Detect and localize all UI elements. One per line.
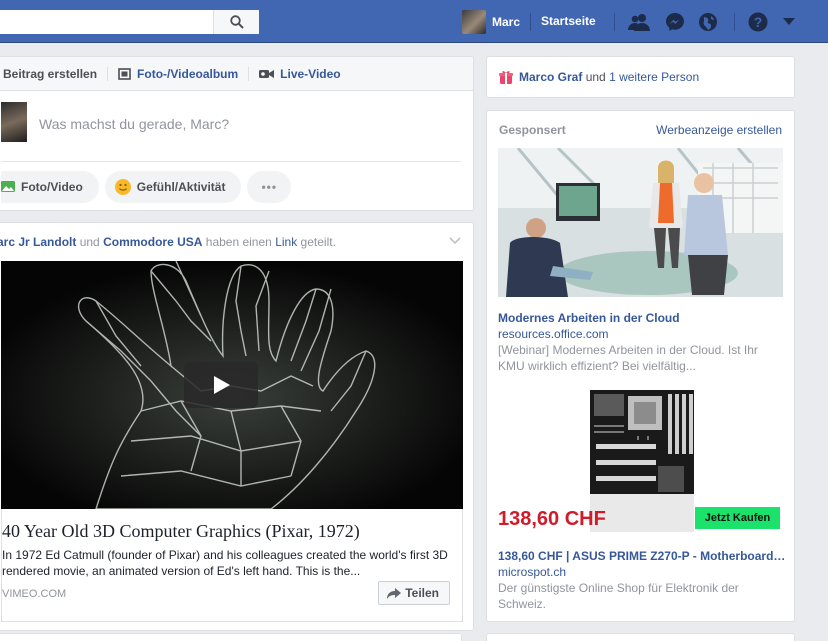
home-link[interactable]: Startseite	[541, 14, 596, 28]
ad-description: [Webinar] Modernes Arbeiten in der Cloud…	[498, 343, 758, 373]
avatar	[462, 10, 486, 34]
top-navigation-bar: Marc Startseite ?	[0, 0, 828, 43]
link-description: In 1972 Ed Catmull (founder of Pixar) an…	[2, 548, 448, 578]
photo-icon	[1, 181, 15, 192]
post-header: arc Jr Landolt und Commodore USA haben e…	[0, 223, 473, 261]
user-name: Marc	[492, 15, 521, 29]
divider	[248, 66, 250, 81]
ad-domain[interactable]: microspot.ch	[498, 565, 566, 579]
next-feed-post	[0, 633, 462, 641]
gift-icon	[499, 71, 513, 84]
profile-link[interactable]: Marc	[462, 10, 520, 34]
ad-title-link[interactable]: 138,60 CHF | ASUS PRIME Z270-P - Motherb…	[498, 549, 785, 563]
birthday-text: und	[585, 70, 606, 84]
feeling-activity-button[interactable]: Gefühl/Aktivität	[104, 170, 242, 203]
button-label: Teilen	[405, 586, 439, 600]
photo-album-icon	[118, 67, 131, 80]
ad-description: Der günstigste Online Shop für Elektroni…	[498, 581, 739, 611]
divider	[614, 13, 615, 31]
ad-domain[interactable]: resources.office.com	[498, 327, 609, 341]
birthday-reminder[interactable]: Marco Graf und 1 weitere Person	[486, 56, 795, 98]
buy-now-button[interactable]: Jetzt Kaufen	[695, 507, 780, 529]
video-camera-icon	[259, 69, 275, 78]
share-arrow-icon	[387, 587, 402, 599]
button-label: Foto/Video	[21, 179, 83, 194]
avatar	[1, 102, 27, 142]
search-icon	[229, 15, 244, 29]
composer-placeholder[interactable]: Was machst du gerade, Marc?	[39, 116, 229, 132]
tab-photo-video-album[interactable]: Foto-/Videoalbum	[118, 67, 248, 81]
composer-body[interactable]: Was machst du gerade, Marc?	[0, 91, 473, 161]
search-input[interactable]	[0, 10, 213, 34]
button-label: Gefühl/Aktivität	[136, 179, 226, 194]
tab-live-video[interactable]: Live-Video	[259, 67, 350, 81]
birthday-person-link[interactable]: Marco Graf	[519, 70, 582, 84]
search-box[interactable]	[0, 10, 259, 34]
divider	[107, 66, 109, 81]
messenger-icon[interactable]	[664, 11, 686, 33]
post-actor-link[interactable]: arc Jr Landolt	[0, 235, 76, 249]
search-button[interactable]	[213, 10, 259, 34]
sponsored-ads-panel: Gesponsert Werbeanzeige erstellen Modern…	[486, 110, 795, 622]
ad-price: 138,60 CHF	[498, 508, 606, 530]
feed-post: arc Jr Landolt und Commodore USA haben e…	[0, 222, 474, 631]
tab-label: Beitrag erstellen	[3, 66, 98, 81]
post-composer: Beitrag erstellen Foto-/Videoalbum Live-…	[0, 56, 474, 211]
photo-video-button[interactable]: Foto/Video	[1, 170, 99, 203]
globe-notifications-icon[interactable]	[697, 11, 719, 33]
svg-text:?: ?	[754, 14, 763, 30]
post-options-chevron-icon[interactable]	[449, 237, 461, 245]
more-options-button[interactable]: •••	[247, 170, 292, 203]
sponsored-heading: Gesponsert	[499, 123, 566, 137]
composer-actions: Foto/Video Gefühl/Aktivität •••	[1, 161, 461, 211]
post-header-text: haben einen	[205, 235, 272, 249]
tab-create-post[interactable]: Beitrag erstellen	[3, 67, 107, 81]
post-header-text: geteilt.	[300, 235, 336, 249]
video-thumbnail[interactable]	[1, 261, 463, 509]
office-meeting-ad-image[interactable]	[498, 148, 783, 297]
ad-title-link[interactable]: Modernes Arbeiten in der Cloud	[498, 311, 680, 325]
link-title[interactable]: 40 Year Old 3D Computer Graphics (Pixar,…	[2, 521, 360, 542]
help-icon[interactable]: ?	[747, 11, 769, 33]
smiley-icon	[114, 178, 131, 195]
post-object-link[interactable]: Link	[275, 235, 297, 249]
composer-tabs: Beitrag erstellen Foto-/Videoalbum Live-…	[0, 57, 473, 91]
motherboard-ad-image[interactable]: 138,60 CHF Jetzt Kaufen	[498, 386, 783, 532]
tab-label: Live-Video	[280, 66, 341, 81]
more-dots-icon: •••	[261, 179, 278, 194]
play-button[interactable]	[184, 362, 258, 408]
link-preview[interactable]: 40 Year Old 3D Computer Graphics (Pixar,…	[1, 509, 463, 622]
friend-requests-icon[interactable]	[628, 11, 650, 33]
tab-label: Foto-/Videoalbum	[137, 66, 239, 81]
birthday-others-link[interactable]: 1 weitere Person	[609, 70, 699, 84]
post-header-text: und	[79, 235, 100, 249]
create-ad-link[interactable]: Werbeanzeige erstellen	[656, 123, 782, 137]
divider	[734, 13, 735, 31]
link-source: VIMEO.COM	[2, 588, 67, 600]
post-actor-link[interactable]: Commodore USA	[103, 235, 202, 249]
share-button[interactable]: Teilen	[378, 581, 450, 605]
play-icon	[214, 376, 230, 394]
next-right-card	[486, 633, 795, 641]
office-photo	[498, 148, 783, 297]
account-menu-chevron-icon[interactable]	[778, 11, 800, 33]
divider	[530, 13, 531, 31]
